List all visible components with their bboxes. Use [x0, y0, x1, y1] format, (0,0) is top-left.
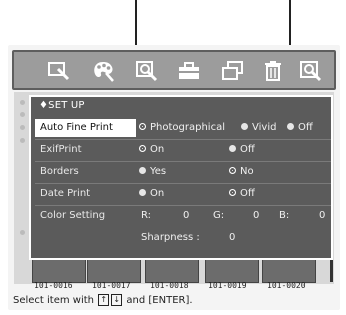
thumbnail-number: 101-0018: [150, 281, 189, 290]
side-dot: [20, 112, 25, 117]
zoom-icon[interactable]: [44, 57, 74, 85]
radio-icon: [139, 166, 146, 174]
thumbnail-number: 101-0019: [208, 281, 247, 290]
option-label: Photographical: [150, 122, 225, 133]
radio-icon: [139, 188, 146, 196]
dialog-title: ♦SET UP: [39, 100, 85, 111]
divider: [35, 161, 331, 162]
color-r-value[interactable]: 0: [183, 207, 189, 225]
option-label: On: [150, 144, 165, 155]
option-photographical[interactable]: Photographical: [139, 119, 225, 137]
radio-icon: [287, 122, 294, 130]
setting-date-print[interactable]: Date Print: [35, 185, 136, 203]
divider: [35, 183, 331, 184]
option-label: Off: [240, 144, 255, 155]
option-off[interactable]: Off: [287, 119, 313, 137]
option-vivid[interactable]: Vivid: [241, 119, 276, 137]
color-r-label: R:: [141, 210, 152, 221]
trash-icon[interactable]: [258, 57, 288, 85]
hint-suffix: and [ENTER].: [126, 295, 193, 306]
side-dot: [20, 100, 25, 105]
side-dot: [20, 230, 25, 235]
side-dot: [20, 125, 25, 130]
color-b-label: B:: [279, 210, 290, 221]
sharpness-value[interactable]: 0: [229, 229, 235, 247]
instruction-text: Select item with ↑ ↓ and [ENTER].: [13, 294, 193, 306]
toolbar: [12, 50, 336, 90]
callout-line-left: [135, 0, 137, 50]
color-g-value[interactable]: 0: [253, 207, 259, 225]
radio-icon: [241, 122, 248, 130]
option-label: Yes: [150, 166, 167, 177]
option-off[interactable]: Off: [229, 141, 255, 159]
option-off[interactable]: Off: [229, 185, 255, 203]
setting-auto-fine-print[interactable]: Auto Fine Print: [35, 119, 136, 137]
divider: [35, 205, 331, 206]
option-yes[interactable]: Yes: [139, 163, 166, 181]
hint-prefix: Select item with: [13, 295, 95, 306]
setup-dialog: ♦SET UP Auto Fine Print Photographical V…: [29, 95, 333, 260]
thumbnail-number: 101-0020: [267, 281, 306, 290]
setting-exif-print[interactable]: ExifPrint: [35, 141, 136, 159]
toolbox-icon[interactable]: [174, 57, 204, 85]
option-label: Off: [240, 188, 255, 199]
option-label: On: [150, 188, 165, 199]
radio-selected-icon: [229, 166, 236, 174]
callout-line-right: [289, 0, 291, 50]
thumbnail-number: 101-0016: [34, 281, 73, 290]
palette-icon[interactable]: [88, 57, 118, 85]
arrow-down-icon: ↓: [111, 294, 123, 306]
radio-selected-icon: [229, 188, 236, 196]
copy-icon[interactable]: [218, 57, 248, 85]
color-b-value[interactable]: 0: [319, 207, 325, 225]
divider: [35, 139, 331, 140]
radio-selected-icon: [139, 144, 146, 152]
thumbnail-number: 101-0017: [92, 281, 131, 290]
option-on[interactable]: On: [139, 185, 164, 203]
option-label: Vivid: [252, 122, 277, 133]
option-label: No: [240, 166, 254, 177]
setting-color[interactable]: Color Setting: [35, 207, 136, 225]
side-dot: [20, 138, 25, 143]
setting-borders[interactable]: Borders: [35, 163, 136, 181]
option-on[interactable]: On: [139, 141, 164, 159]
radio-icon: [229, 144, 236, 152]
option-no[interactable]: No: [229, 163, 254, 181]
option-label: Off: [298, 122, 313, 133]
arrow-up-icon: ↑: [98, 294, 110, 306]
print-preview-icon[interactable]: [296, 57, 326, 85]
sharpness-label: Sharpness :: [141, 232, 200, 243]
radio-selected-icon: [139, 122, 146, 130]
color-g-label: G:: [213, 210, 225, 221]
magnify-icon[interactable]: [132, 57, 162, 85]
